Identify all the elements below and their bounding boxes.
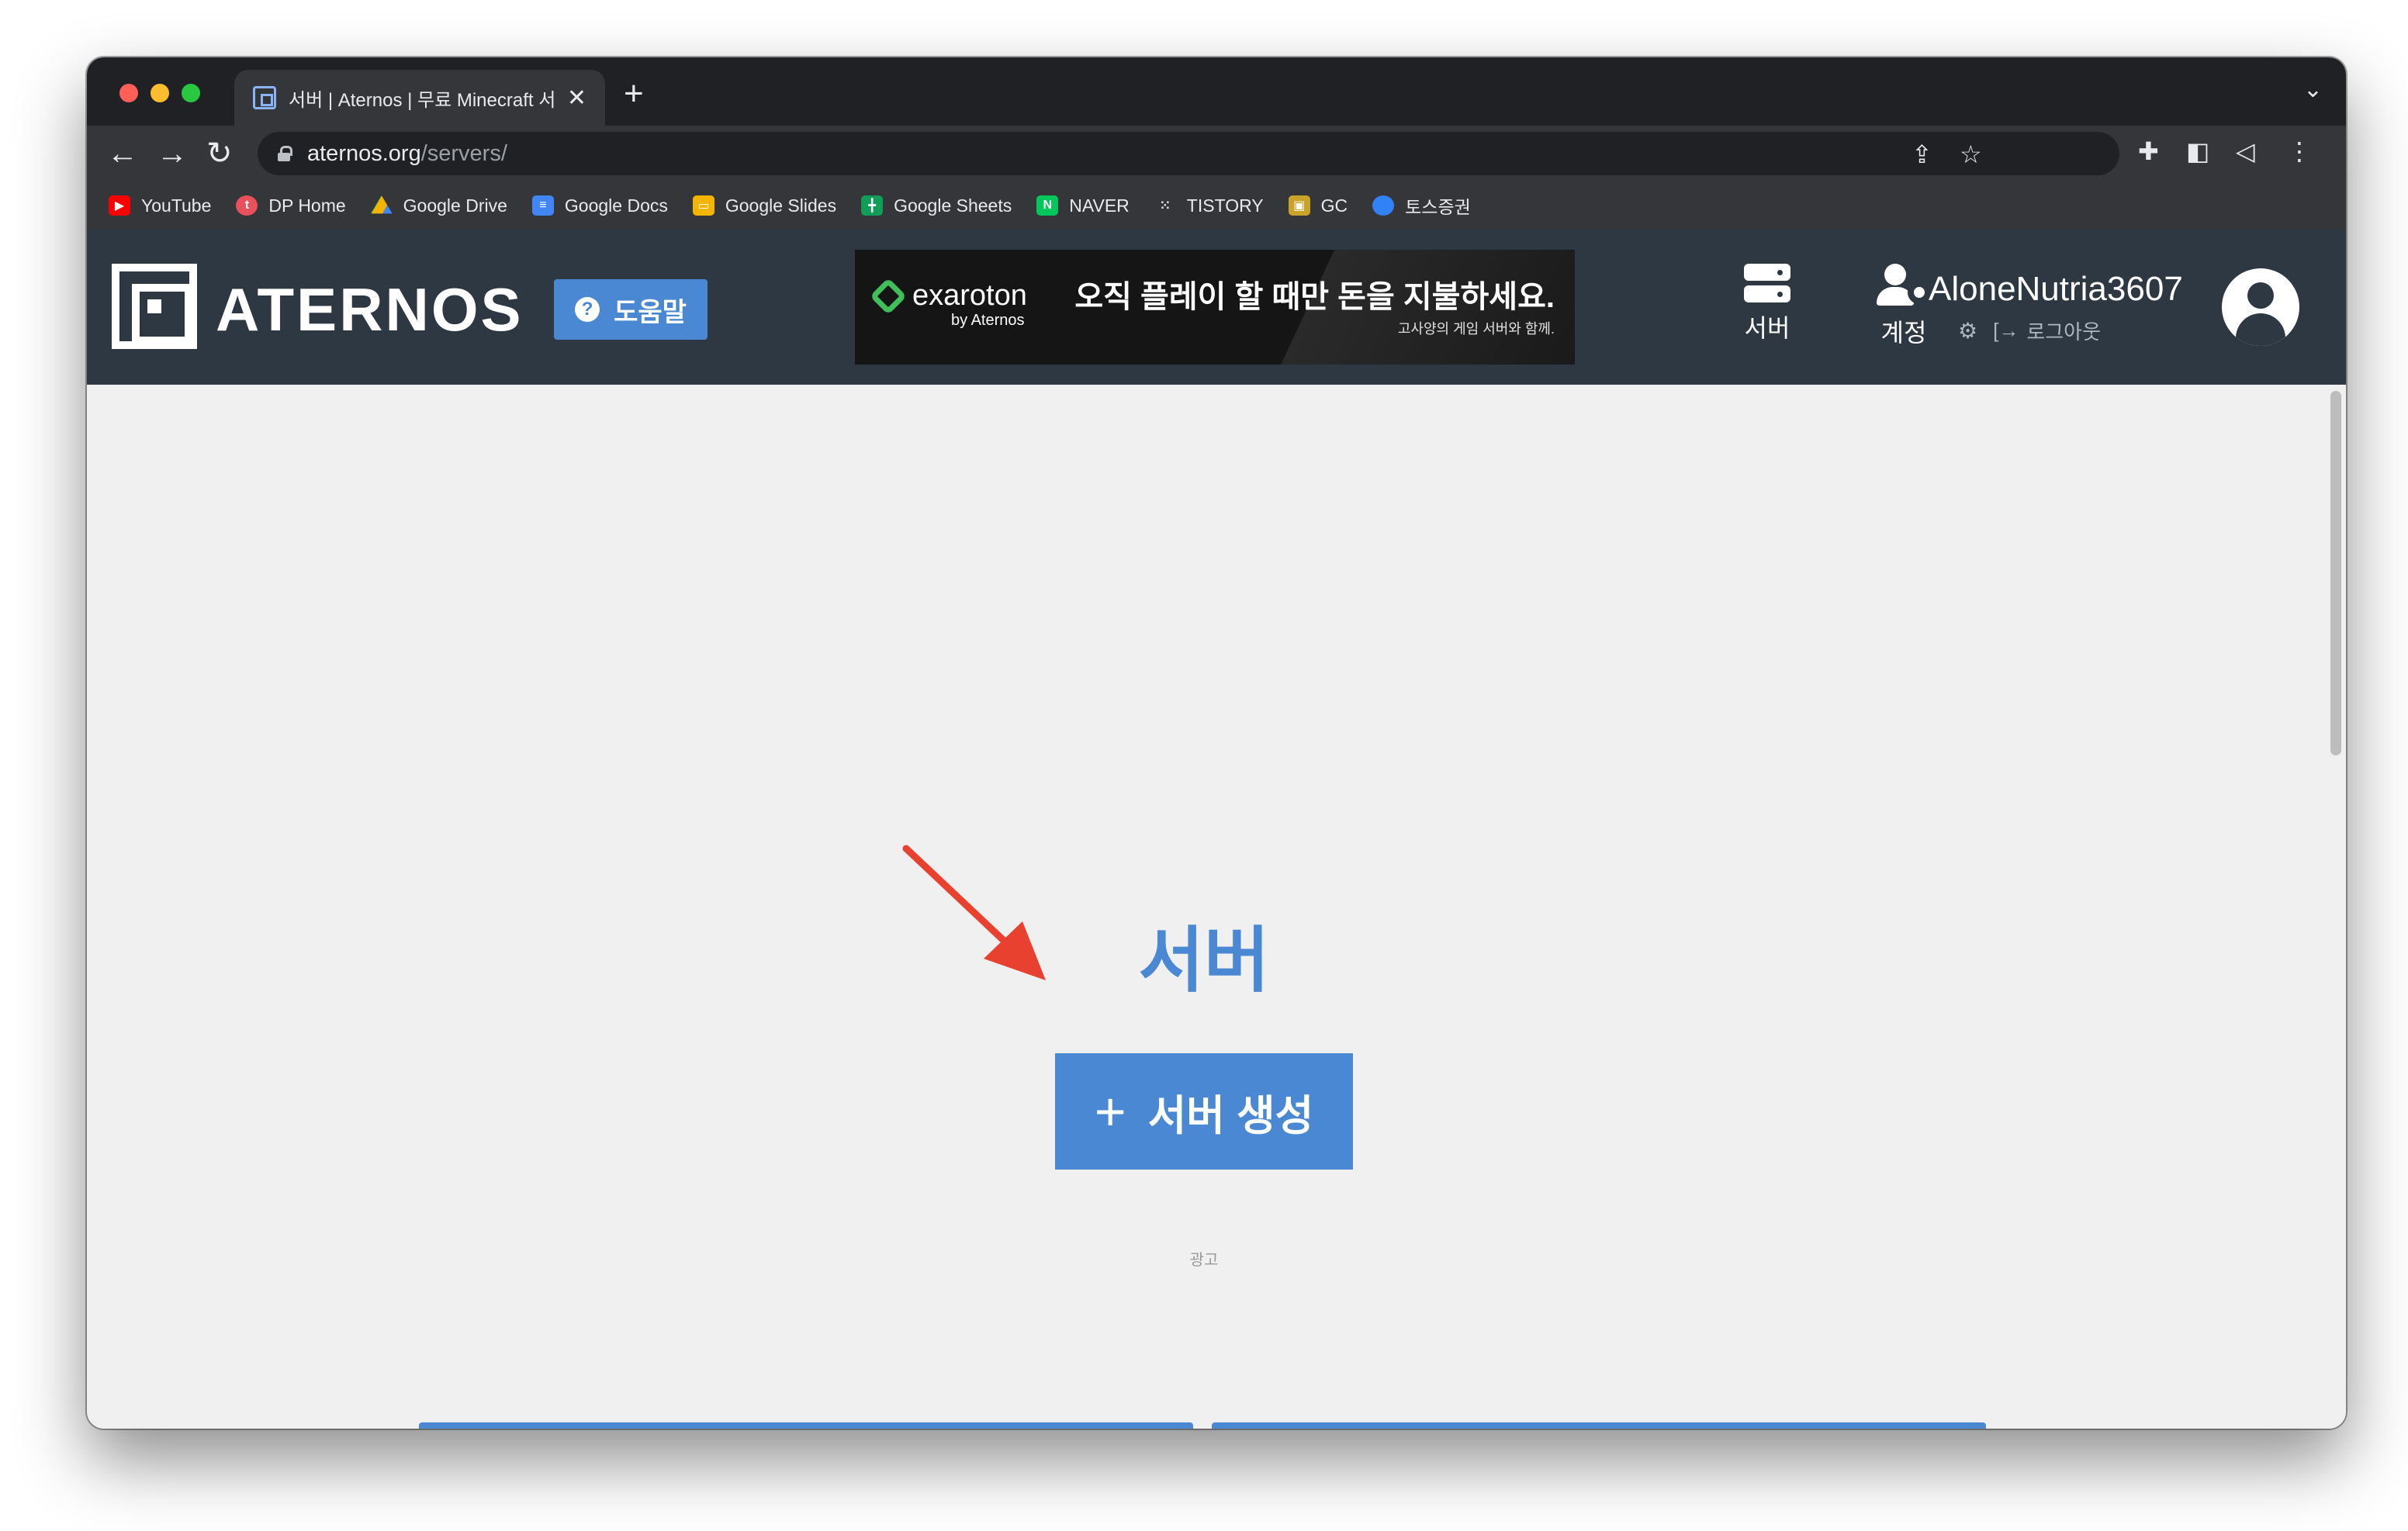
aternos-logo-text[interactable]: ATERNOS <box>216 275 524 345</box>
bookmark-google-slides[interactable]: ▭ Google Slides <box>692 195 836 216</box>
scrollbar-track[interactable] <box>2324 385 2346 1429</box>
user-actions: ⚙ [→ 로그아웃 <box>1958 316 2101 345</box>
tistory-icon: ⁙ <box>1160 199 1171 213</box>
bookmark-google-docs[interactable]: ≡ Google Docs <box>531 195 668 216</box>
ad-label: 광고 <box>1189 1252 1219 1269</box>
logout-icon[interactable]: [→ <box>1993 319 2019 343</box>
logout-link[interactable]: 로그아웃 <box>2026 316 2101 345</box>
aternos-logo-icon[interactable] <box>112 264 197 349</box>
exaroton-logo-icon <box>869 277 908 315</box>
plus-icon: + <box>1094 1081 1126 1142</box>
url-path: /servers/ <box>420 140 507 166</box>
create-server-button[interactable]: + 서버 생성 <box>1055 1053 1353 1170</box>
lock-icon[interactable] <box>278 146 292 161</box>
server-stack-icon <box>1744 264 1790 302</box>
back-arrow-icon[interactable]: ← <box>107 135 138 172</box>
bookmark-toss[interactable]: 토스증권 <box>1372 192 1471 219</box>
bookmark-star-icon[interactable]: ☆ <box>1960 140 1982 169</box>
google-drive-icon <box>370 195 393 214</box>
close-window-button[interactable] <box>119 84 138 102</box>
address-bar[interactable]: aternos.org/servers/ ⇪ ☆ <box>258 132 2119 175</box>
ad-card-left <box>419 1422 1193 1429</box>
bookmark-dp-home[interactable]: t DP Home <box>236 195 346 216</box>
create-server-label: 서버 생성 <box>1147 1092 1314 1139</box>
active-tab[interactable]: 서버 | Aternos | 무료 Minecraft 서 ✕ <box>234 70 605 126</box>
extensions-puzzle-icon[interactable]: ✚ <box>2138 137 2159 166</box>
annotation-arrow-icon <box>902 845 1046 980</box>
site-header: ATERNOS ? 도움말 exaroton by Aternos 오직 플레이… <box>87 230 2346 385</box>
ad-card-right <box>1212 1422 1986 1429</box>
help-button[interactable]: ? 도움말 <box>554 279 708 340</box>
exaroton-ad-banner[interactable]: exaroton by Aternos 오직 플레이 할 때만 돈을 지불하세요… <box>855 250 1575 365</box>
tab-list-chevron-icon[interactable]: ⌄ <box>2303 76 2323 103</box>
bookmark-naver[interactable]: N NAVER <box>1036 195 1130 216</box>
nav-servers-label: 서버 <box>1744 314 1790 342</box>
ad-brand-sub: by Aternos <box>951 312 1025 329</box>
side-panel-icon[interactable]: ◧ <box>2186 137 2209 166</box>
minimize-window-button[interactable] <box>150 84 169 102</box>
question-circle-icon: ? <box>575 297 600 322</box>
naver-icon: N <box>1036 195 1059 216</box>
new-tab-button[interactable]: + <box>624 74 644 113</box>
settings-gear-icon[interactable]: ⚙ <box>1958 318 1977 344</box>
page-title: 서버 <box>1138 921 1270 1001</box>
user-avatar[interactable] <box>2222 268 2299 346</box>
tab-title: 서버 | Aternos | 무료 Minecraft 서 <box>289 89 556 111</box>
close-tab-icon[interactable]: ✕ <box>567 85 586 112</box>
url-host: aternos.org <box>307 140 421 166</box>
tab-strip: 서버 | Aternos | 무료 Minecraft 서 ✕ + ⌄ <box>87 57 2346 126</box>
ad-headline: 오직 플레이 할 때만 돈을 지불하세요. <box>1074 280 1555 314</box>
menu-kebab-icon[interactable]: ⋮ <box>2287 137 2312 166</box>
toss-icon <box>1372 195 1395 216</box>
nav-account-label: 계정 <box>1880 319 1927 347</box>
bookmark-google-drive[interactable]: Google Drive <box>370 195 507 216</box>
extension-send-icon[interactable]: ◁ <box>2236 137 2255 166</box>
bookmark-google-sheets[interactable]: ╋ Google Sheets <box>861 195 1012 216</box>
ad-brand: exaroton <box>912 279 1027 312</box>
forward-arrow-icon[interactable]: → <box>157 135 188 172</box>
ad-subline: 고사양의 게임 서버와 함께. <box>1397 321 1555 337</box>
help-button-label: 도움말 <box>614 297 687 327</box>
bookmark-gc[interactable]: ▣ GC <box>1288 195 1348 216</box>
aternos-favicon-icon <box>253 86 276 109</box>
bookmarks-bar: ▶ YouTube t DP Home Google Drive ≡ Googl… <box>87 181 2346 230</box>
google-sheets-icon: ╋ <box>861 195 884 216</box>
main-content: 서버 + 서버 생성 광고 <box>87 385 2346 1429</box>
user-cog-icon <box>1877 264 1931 307</box>
google-slides-icon: ▭ <box>692 195 714 216</box>
browser-window: 서버 | Aternos | 무료 Minecraft 서 ✕ + ⌄ ← → … <box>87 57 2346 1429</box>
maximize-window-button[interactable] <box>182 84 200 102</box>
dp-home-icon: t <box>236 195 258 216</box>
bookmark-youtube[interactable]: ▶ YouTube <box>109 195 211 216</box>
exaroton-logo: exaroton <box>869 277 1027 315</box>
scrollbar-thumb[interactable] <box>2330 391 2341 755</box>
bookmark-tistory[interactable]: ⁙ TISTORY <box>1154 195 1264 216</box>
gc-icon: ▣ <box>1288 195 1310 216</box>
google-docs-icon: ≡ <box>531 195 554 216</box>
browser-toolbar: ← → ↻ aternos.org/servers/ ⇪ ☆ ✚ ◧ ◁ ⋮ <box>87 126 2346 181</box>
nav-servers[interactable]: 서버 <box>1721 264 1814 344</box>
reload-icon[interactable]: ↻ <box>206 135 233 172</box>
youtube-icon: ▶ <box>109 195 130 216</box>
username[interactable]: AloneNutria3607 <box>1929 270 2183 309</box>
share-icon[interactable]: ⇪ <box>1912 140 1932 169</box>
